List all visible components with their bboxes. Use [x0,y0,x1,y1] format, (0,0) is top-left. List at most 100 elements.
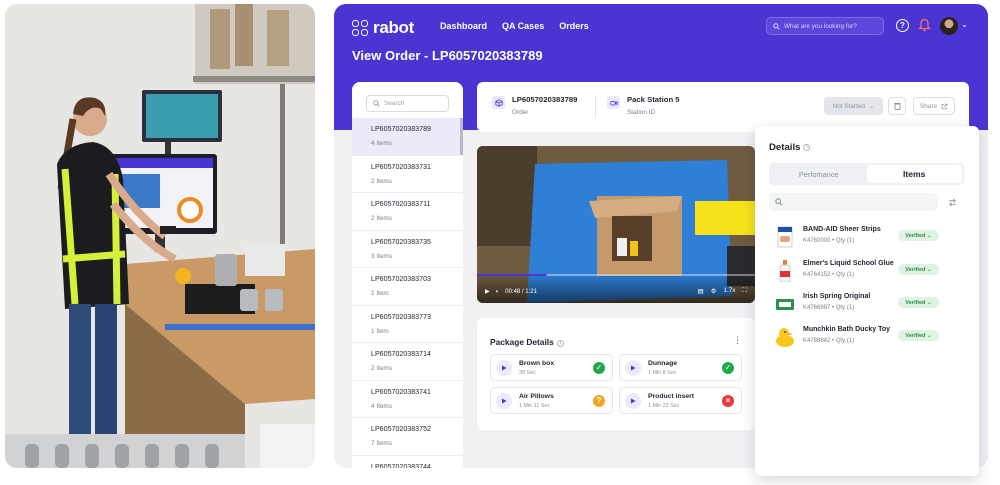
order-list-item[interactable]: LP6057020383714 2 Items [352,343,463,381]
delete-button[interactable] [888,97,906,115]
order-list-item[interactable]: LP6057020383735 3 Items [352,231,463,268]
info-icon[interactable]: i [803,144,811,151]
sort-filter-icon[interactable] [945,195,959,209]
share-label: Share [919,102,938,110]
item-meta: K4760000 • Qty (1) [803,238,855,244]
packing-video-player[interactable]: ▶ ◐ 00:48 / 1:21 ▤ ⚙ 1.7x ⛶ [477,146,755,303]
item-row[interactable]: Munchkin Bath Ducky Toy K4788842 • Qty (… [775,324,965,354]
order-id: LP6057020383741 [371,387,431,396]
chevron-down-icon[interactable]: ⌄ [961,20,968,29]
tab-items[interactable]: Items [866,165,962,183]
item-row[interactable]: Elmer's Liquid School Glue K4764152 • Qt… [775,258,965,288]
tab-performance[interactable]: Perfomance [771,165,867,183]
item-name: Munchkin Bath Ducky Toy [803,326,890,333]
verified-badge[interactable]: Verified ⌄ [898,330,939,341]
details-tabs: Perfomance Items [769,163,964,185]
play-icon[interactable] [625,360,641,376]
details-panel: Details i Perfomance Items BAND-AID Sheer… [755,126,979,476]
share-button[interactable]: Share [913,97,955,115]
package-step-card[interactable]: Product insert 1 Min 22 Sec × [619,387,742,414]
sidebar-search-input[interactable]: Search [366,95,449,112]
rabot-logo[interactable]: rabot [352,18,414,38]
order-id-value: LP6057020383789 [512,95,578,104]
main-nav: Dashboard QA Cases Orders [440,21,589,31]
order-id: LP6057020383773 [371,312,431,321]
package-title-text: Package Details [490,337,554,347]
order-id: LP6057020383735 [371,237,431,246]
nav-qa-cases[interactable]: QA Cases [502,21,544,31]
order-list-item[interactable]: LP6057020383703 1 Item [352,268,463,306]
fullscreen-icon[interactable]: ⛶ [743,287,747,295]
package-step-time: 1 Min 8 Sec [648,370,677,376]
info-icon[interactable]: i [556,340,564,347]
glue-bottle-icon [779,260,791,282]
play-icon[interactable] [625,393,641,409]
trash-icon [893,103,901,110]
order-list-item[interactable]: LP6057020383741 4 Items [352,381,463,418]
package-step-name: Product insert [648,393,695,400]
item-row[interactable]: Irish Spring Original K4766997 • Qty (1)… [775,291,965,321]
volume-icon[interactable]: ◐ [496,289,500,295]
captions-icon[interactable]: ▤ [698,287,704,295]
verified-badge[interactable]: Verified ⌄ [898,264,939,275]
search-icon [775,198,783,206]
order-id: LP6057020383744 [371,462,431,469]
station-name: Pack Station 5 [627,95,680,104]
item-name: BAND-AID Sheer Strips [803,226,881,233]
order-list-item[interactable]: LP6057020383731 2 Items [352,156,463,193]
order-list-item[interactable]: LP6057020383744 [352,456,463,469]
order-list-item[interactable]: LP6057020383752 7 Items [352,418,463,456]
package-step-card[interactable]: Brown box 38 Sec ✓ [490,354,613,381]
order-label: Order [512,109,529,116]
play-icon[interactable] [496,393,512,409]
package-step-card[interactable]: Air Pillows 1 Min 11 Sec ? [490,387,613,414]
status-dropdown[interactable]: Not Started ⌄ [824,97,883,115]
play-icon[interactable] [496,360,512,376]
question-icon: ? [593,395,605,407]
video-progress-bar[interactable] [477,273,755,277]
package-step-time: 1 Min 22 Sec [648,403,680,409]
verified-badge[interactable]: Verified ⌄ [898,297,939,308]
more-options-icon[interactable]: ⋮ [733,335,742,346]
check-icon: ✓ [593,362,605,374]
notification-bell-icon[interactable] [918,18,931,32]
verified-badge[interactable]: Verified ⌄ [898,230,939,241]
order-item-count: 2 Items [371,177,392,185]
chevron-down-icon: ⌄ [868,103,875,110]
item-meta: K4788842 • Qty (1) [803,338,855,344]
settings-icon[interactable]: ⚙ [711,287,717,295]
package-details-card: Package Details i ⋮ Brown box 38 Sec ✓ Du… [477,318,755,430]
order-list-item[interactable]: LP6057020383773 1 Item [352,306,463,343]
bandage-box-icon [777,226,793,248]
nav-orders[interactable]: Orders [559,21,589,31]
order-item-count: 1 Item [371,327,389,335]
warehouse-scene [5,4,315,468]
check-icon: ✓ [722,362,734,374]
item-row[interactable]: BAND-AID Sheer Strips K4760000 • Qty (1)… [775,224,965,254]
user-avatar[interactable] [940,17,958,35]
items-search-input[interactable] [769,193,938,211]
order-id: LP6057020383731 [371,162,431,171]
nav-dashboard[interactable]: Dashboard [440,21,487,31]
order-id: LP6057020383711 [371,200,431,208]
item-meta: K4766997 • Qty (1) [803,305,855,311]
package-icon [492,96,505,109]
station-label: Station ID [627,109,656,116]
item-name: Irish Spring Original [803,293,871,300]
package-step-name: Dunnage [648,360,678,367]
logo-mark-icon [352,20,368,36]
help-icon[interactable]: ? [896,19,909,32]
package-step-card[interactable]: Dunnage 1 Min 8 Sec ✓ [619,354,742,381]
page-title: View Order - LP6057020383789 [352,48,543,63]
playback-speed[interactable]: 1.7x [723,287,735,295]
rubber-duck-icon [776,328,794,347]
close-icon: × [722,395,734,407]
logo-text: rabot [373,18,415,37]
play-icon[interactable]: ▶ [485,288,490,295]
item-meta: K4764152 • Qty (1) [803,272,855,278]
order-list-item[interactable]: LP6057020383789 4 Items [352,118,463,156]
order-item-count: 7 Items [371,440,392,447]
order-id: LP6057020383789 [371,125,431,133]
order-list-item[interactable]: LP6057020383711 2 Items [352,193,463,231]
global-search-input[interactable]: What are you looking for? [766,17,884,35]
